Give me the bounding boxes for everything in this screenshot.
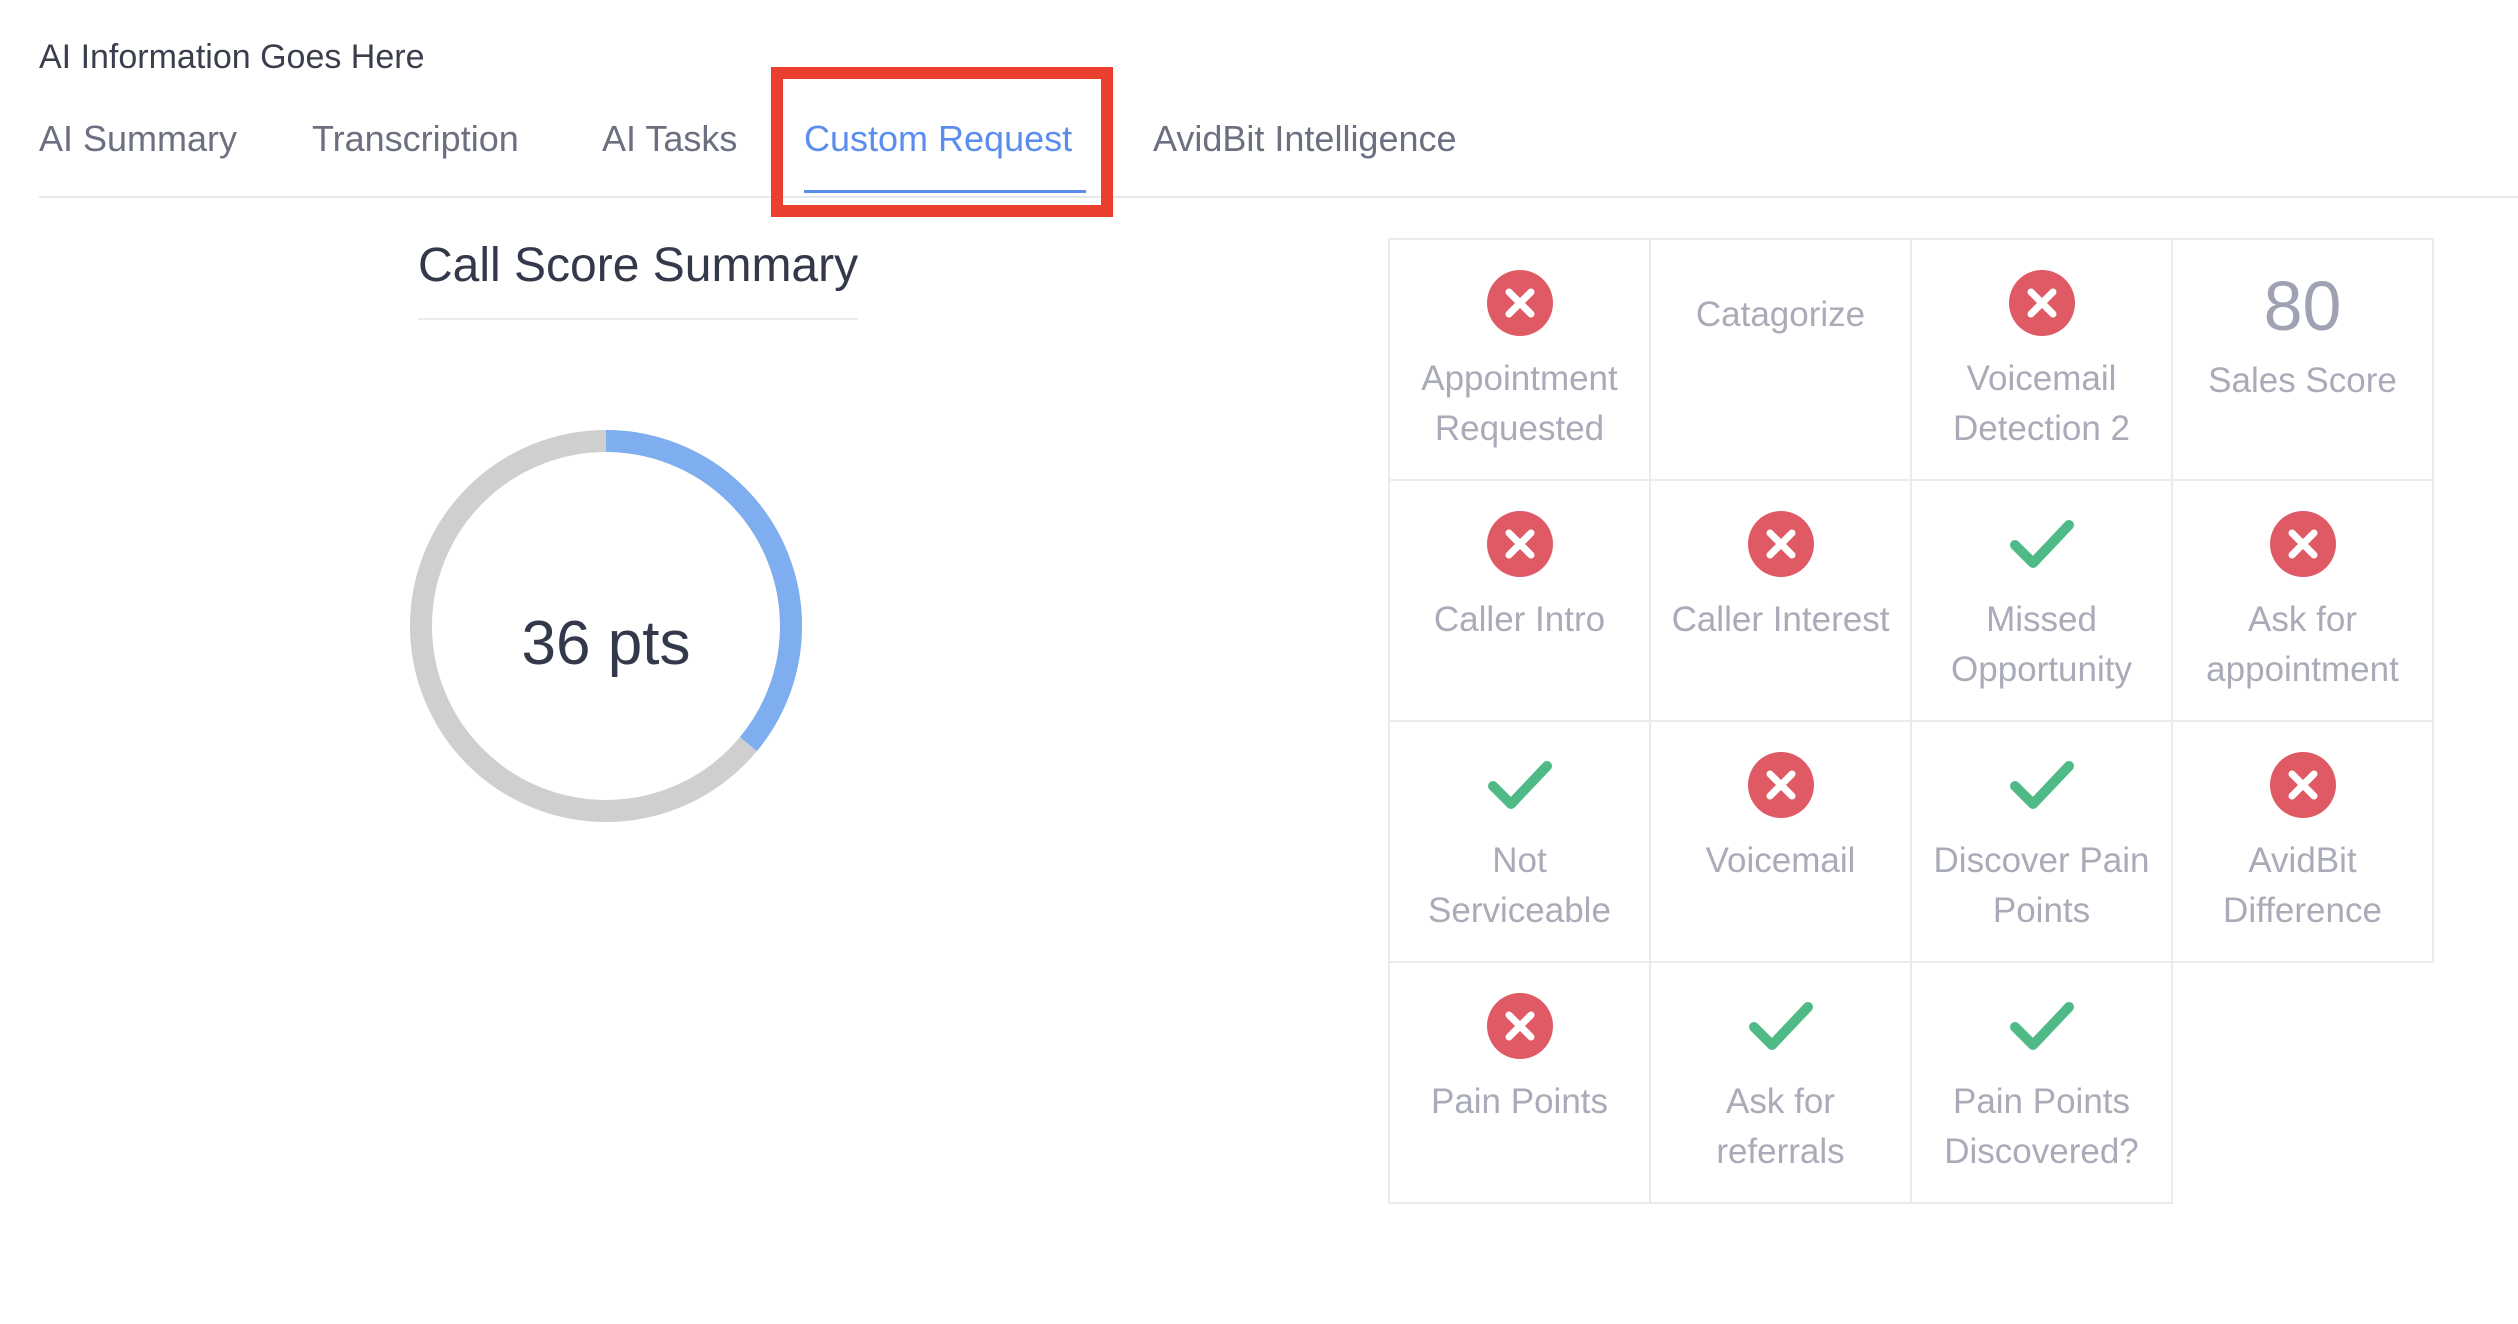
score-cell-label: Caller Intro: [1433, 600, 1606, 639]
score-cell-label: Caller Interest: [1671, 600, 1890, 639]
score-cell-label: Sales Score: [2208, 361, 2397, 400]
score-donut: 36 pts: [408, 428, 804, 824]
x-circle-icon: [2268, 750, 2338, 820]
score-cell: Caller Intro: [1388, 479, 1651, 722]
score-cell-label: Ask for appointment: [2206, 600, 2399, 689]
tab-transcription[interactable]: Transcription: [312, 118, 519, 160]
checkmark-icon: [2007, 750, 2077, 820]
score-cell-label: Voicemail: [1705, 841, 1856, 880]
tab-bar: AI Summary Transcription AI Tasks Custom…: [39, 100, 2518, 198]
score-cell-label: Pain Points Discovered?: [1944, 1082, 2139, 1171]
score-cell: Caller Interest: [1649, 479, 1912, 722]
checkmark-icon: [2007, 509, 2077, 579]
score-cell: Pain Points: [1388, 961, 1651, 1204]
score-cell-label: Appointment Requested: [1421, 359, 1618, 448]
score-cell: AvidBit Difference: [2171, 720, 2434, 963]
tab-ai-summary[interactable]: AI Summary: [39, 118, 237, 160]
x-circle-icon: [1746, 750, 1816, 820]
tab-ai-tasks[interactable]: AI Tasks: [602, 118, 737, 160]
x-circle-icon: [1485, 509, 1555, 579]
score-cell-label: Pain Points: [1430, 1082, 1609, 1121]
score-value: 36 pts: [521, 608, 691, 678]
sales-score-value: 80: [2263, 267, 2342, 345]
x-circle-icon: [2268, 509, 2338, 579]
score-cell: Pain Points Discovered?: [1910, 961, 2173, 1204]
page-heading: AI Information Goes Here: [39, 38, 425, 76]
x-circle-icon: [2007, 268, 2077, 338]
x-circle-icon: [1485, 991, 1555, 1061]
checkmark-icon: [1485, 750, 1555, 820]
score-cell-label: Catagorize: [1695, 295, 1866, 334]
score-cell: Ask for referrals: [1649, 961, 1912, 1204]
call-score-grid: Appointment Requested Catagorize Voicemail…: [1388, 238, 2435, 1204]
score-cell-label: Voicemail Detection 2: [1952, 359, 2131, 448]
score-cell-label: AvidBit Difference: [2223, 841, 2382, 930]
score-cell: Missed Opportunity: [1910, 479, 2173, 722]
score-cell: 80 Sales Score: [2171, 238, 2434, 481]
checkmark-icon: [2007, 991, 2077, 1061]
checkmark-icon: [1746, 991, 1816, 1061]
x-circle-icon: [1746, 509, 1816, 579]
active-tab-indicator: [804, 190, 1086, 193]
score-cell-label: Ask for referrals: [1716, 1082, 1845, 1171]
score-cell: Discover Pain Points: [1910, 720, 2173, 963]
score-cell-label: Discover Pain Points: [1933, 841, 2150, 930]
score-cell-label: Not Serviceable: [1428, 841, 1611, 930]
score-cell: Ask for appointment: [2171, 479, 2434, 722]
score-cell: Appointment Requested: [1388, 238, 1651, 481]
score-cell: Not Serviceable: [1388, 720, 1651, 963]
tab-avidbit-intelligence[interactable]: AvidBit Intelligence: [1153, 118, 1457, 160]
call-score-title: Call Score Summary: [418, 232, 859, 320]
tab-custom-request[interactable]: Custom Request: [804, 118, 1072, 160]
score-cell-label: Missed Opportunity: [1951, 600, 2132, 689]
score-cell: Catagorize: [1649, 238, 1912, 481]
score-cell: Voicemail Detection 2: [1910, 238, 2173, 481]
score-cell: Voicemail: [1649, 720, 1912, 963]
x-circle-icon: [1485, 268, 1555, 338]
